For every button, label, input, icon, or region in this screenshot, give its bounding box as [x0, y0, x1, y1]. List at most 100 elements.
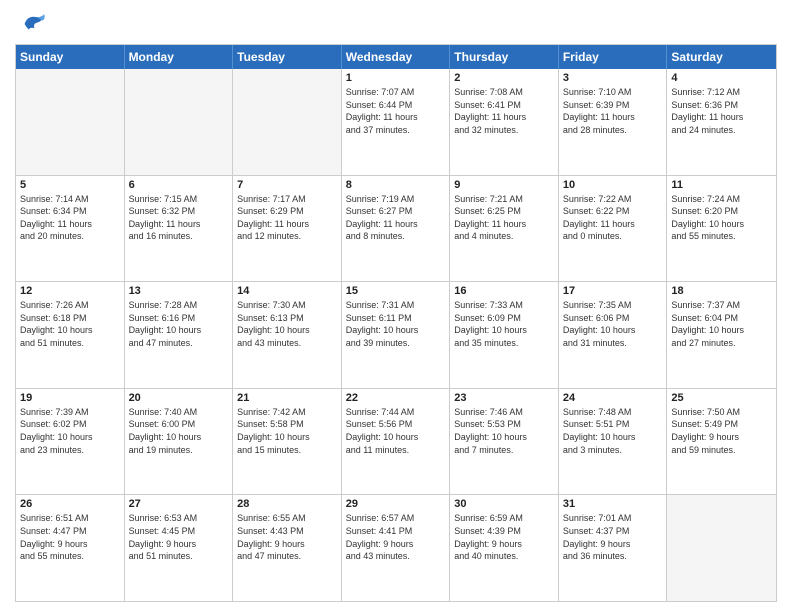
- col-header-friday: Friday: [559, 45, 668, 69]
- day-number: 15: [346, 285, 446, 297]
- cell-info-line: and 0 minutes.: [563, 230, 663, 243]
- day-cell-26: 26Sunrise: 6:51 AMSunset: 4:47 PMDayligh…: [16, 495, 125, 601]
- day-number: 21: [237, 392, 337, 404]
- cell-info-line: Sunrise: 7:46 AM: [454, 406, 554, 419]
- cell-info-line: Daylight: 10 hours: [129, 431, 229, 444]
- cell-info-line: Sunrise: 6:55 AM: [237, 512, 337, 525]
- cell-info-line: and 40 minutes.: [454, 550, 554, 563]
- cell-info-line: and 28 minutes.: [563, 124, 663, 137]
- day-number: 14: [237, 285, 337, 297]
- cell-info-line: and 51 minutes.: [20, 337, 120, 350]
- calendar-header-row: SundayMondayTuesdayWednesdayThursdayFrid…: [16, 45, 776, 69]
- cell-info-line: Sunset: 6:29 PM: [237, 205, 337, 218]
- cell-info-line: Sunrise: 6:57 AM: [346, 512, 446, 525]
- logo: [15, 10, 47, 38]
- day-number: 27: [129, 498, 229, 510]
- day-cell-4: 4 Sunrise: 7:12 AMSunset: 6:36 PMDaylight…: [667, 69, 776, 175]
- cell-info-line: Sunset: 6:34 PM: [20, 205, 120, 218]
- cell-info-line: Sunset: 6:39 PM: [563, 99, 663, 112]
- cell-info-line: Sunrise: 7:42 AM: [237, 406, 337, 419]
- cell-info-line: Daylight: 11 hours: [454, 111, 554, 124]
- day-number: 25: [671, 392, 772, 404]
- cell-info-line: Sunrise: 6:51 AM: [20, 512, 120, 525]
- cell-info-line: Sunrise: 7:24 AM: [671, 193, 772, 206]
- cell-info-line: Daylight: 11 hours: [346, 111, 446, 124]
- cell-info-line: and 3 minutes.: [563, 444, 663, 457]
- cell-info-line: Daylight: 10 hours: [129, 324, 229, 337]
- cell-info-line: and 31 minutes.: [563, 337, 663, 350]
- cell-info-line: Daylight: 10 hours: [671, 218, 772, 231]
- header: [15, 10, 777, 38]
- day-number: 20: [129, 392, 229, 404]
- day-cell-16: 16Sunrise: 7:33 AMSunset: 6:09 PMDayligh…: [450, 282, 559, 388]
- cell-info-line: Sunset: 5:49 PM: [671, 418, 772, 431]
- cell-info-line: Sunrise: 7:30 AM: [237, 299, 337, 312]
- day-cell-14: 14Sunrise: 7:30 AMSunset: 6:13 PMDayligh…: [233, 282, 342, 388]
- cell-info-line: Sunrise: 7:50 AM: [671, 406, 772, 419]
- cell-info-line: Daylight: 10 hours: [237, 431, 337, 444]
- cell-info-line: Sunset: 6:27 PM: [346, 205, 446, 218]
- day-number: 22: [346, 392, 446, 404]
- cell-info-line: Daylight: 9 hours: [20, 538, 120, 551]
- day-number: 16: [454, 285, 554, 297]
- day-cell-12: 12Sunrise: 7:26 AMSunset: 6:18 PMDayligh…: [16, 282, 125, 388]
- day-number: 2: [454, 72, 554, 84]
- cell-info-line: Sunset: 6:11 PM: [346, 312, 446, 325]
- day-cell-15: 15Sunrise: 7:31 AMSunset: 6:11 PMDayligh…: [342, 282, 451, 388]
- cell-info-line: Sunrise: 7:48 AM: [563, 406, 663, 419]
- day-number: 1: [346, 72, 446, 84]
- cell-info-line: Sunrise: 7:17 AM: [237, 193, 337, 206]
- week-row-4: 19Sunrise: 7:39 AMSunset: 6:02 PMDayligh…: [16, 388, 776, 495]
- empty-cell: [233, 69, 342, 175]
- day-cell-6: 6Sunrise: 7:15 AMSunset: 6:32 PMDaylight…: [125, 176, 234, 282]
- cell-info-line: and 11 minutes.: [346, 444, 446, 457]
- cell-info-line: Sunset: 5:56 PM: [346, 418, 446, 431]
- cell-info-line: and 24 minutes.: [671, 124, 772, 137]
- cell-info-line: Daylight: 10 hours: [20, 324, 120, 337]
- cell-info-line: Daylight: 9 hours: [563, 538, 663, 551]
- cell-info-line: Daylight: 9 hours: [671, 431, 772, 444]
- cell-info-line: and 12 minutes.: [237, 230, 337, 243]
- week-row-1: 1Sunrise: 7:07 AMSunset: 6:44 PMDaylight…: [16, 69, 776, 175]
- cell-info-line: Daylight: 9 hours: [454, 538, 554, 551]
- day-number: 12: [20, 285, 120, 297]
- logo-bird-icon: [19, 10, 47, 38]
- cell-info-line: and 4 minutes.: [454, 230, 554, 243]
- cell-info-line: Sunset: 5:53 PM: [454, 418, 554, 431]
- cell-info-line: Sunrise: 7:31 AM: [346, 299, 446, 312]
- day-cell-20: 20Sunrise: 7:40 AMSunset: 6:00 PMDayligh…: [125, 389, 234, 495]
- empty-cell: [667, 495, 776, 601]
- cell-info-line: Sunset: 5:51 PM: [563, 418, 663, 431]
- cell-info-line: Daylight: 9 hours: [129, 538, 229, 551]
- cell-info-line: Sunrise: 7:35 AM: [563, 299, 663, 312]
- week-row-3: 12Sunrise: 7:26 AMSunset: 6:18 PMDayligh…: [16, 281, 776, 388]
- day-number: 23: [454, 392, 554, 404]
- cell-info-line: Sunrise: 7:12 AM: [671, 86, 772, 99]
- cell-info-line: Daylight: 11 hours: [129, 218, 229, 231]
- cell-info-line: Daylight: 11 hours: [671, 111, 772, 124]
- cell-info-line: Sunrise: 7:33 AM: [454, 299, 554, 312]
- col-header-saturday: Saturday: [667, 45, 776, 69]
- cell-info-line: Sunset: 6:36 PM: [671, 99, 772, 112]
- cell-info-line: Sunset: 6:04 PM: [671, 312, 772, 325]
- day-cell-25: 25 Sunrise: 7:50 AMSunset: 5:49 PMDayligh…: [667, 389, 776, 495]
- day-cell-31: 31Sunrise: 7:01 AMSunset: 4:37 PMDayligh…: [559, 495, 668, 601]
- cell-info-line: Daylight: 11 hours: [563, 111, 663, 124]
- cell-info-line: Sunrise: 7:37 AM: [671, 299, 772, 312]
- cell-info-line: Sunrise: 6:53 AM: [129, 512, 229, 525]
- cell-info-line: and 47 minutes.: [129, 337, 229, 350]
- cell-info-line: Daylight: 10 hours: [237, 324, 337, 337]
- cell-info-line: Daylight: 10 hours: [454, 431, 554, 444]
- day-cell-27: 27Sunrise: 6:53 AMSunset: 4:45 PMDayligh…: [125, 495, 234, 601]
- cell-info-line: and 15 minutes.: [237, 444, 337, 457]
- cell-info-line: Daylight: 11 hours: [563, 218, 663, 231]
- cell-info-line: and 23 minutes.: [20, 444, 120, 457]
- day-cell-8: 8Sunrise: 7:19 AMSunset: 6:27 PMDaylight…: [342, 176, 451, 282]
- day-number: 4: [671, 72, 772, 84]
- day-number: 31: [563, 498, 663, 510]
- col-header-thursday: Thursday: [450, 45, 559, 69]
- day-number: 7: [237, 179, 337, 191]
- day-cell-23: 23 Sunrise: 7:46 AMSunset: 5:53 PMDayligh…: [450, 389, 559, 495]
- day-number: 9: [454, 179, 554, 191]
- cell-info-line: Sunrise: 7:08 AM: [454, 86, 554, 99]
